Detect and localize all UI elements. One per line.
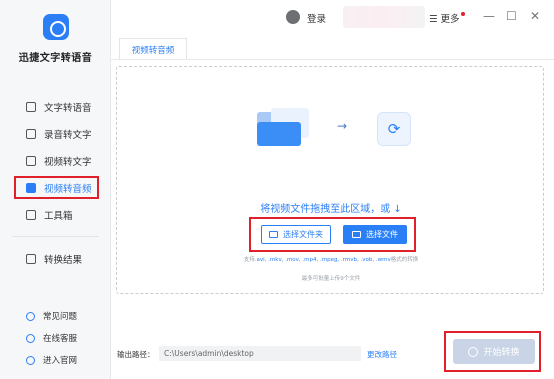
sidebar-item-results[interactable]: 转换结果 [0, 245, 111, 272]
sidebar-item-video-to-text[interactable]: 视频转文字 [0, 147, 111, 174]
sidebar-item-recording-to-text[interactable]: 录音转文字 [0, 120, 111, 147]
sidebar-bottom-links: 常见问题 在线客服 进入官网 [0, 305, 111, 371]
redacted-area [343, 6, 425, 28]
recording-to-text-icon [26, 128, 36, 139]
tab-video-to-audio[interactable]: 视频转音频 [119, 38, 187, 60]
official-site-link[interactable]: 进入官网 [0, 349, 111, 371]
file-drop-zone[interactable]: → ⟳ 将视频文件拖拽至此区域，或 ↓ 选择文件夹 选择文件 支持.avi, .… [116, 66, 544, 294]
headset-icon [26, 333, 35, 343]
results-icon [26, 253, 36, 264]
folder-icon [269, 231, 278, 238]
sidebar-nav: 文字转语音 录音转文字 视频转文字 视频转音频 工具箱 转换结果 [0, 93, 111, 272]
sidebar-item-video-to-audio[interactable]: 视频转音频 [0, 174, 111, 201]
support-suffix: 格式的转换 [390, 257, 419, 263]
sidebar-item-toolbox[interactable]: 工具箱 [0, 201, 111, 228]
login-button[interactable]: 登录 [307, 11, 326, 25]
output-path-label: 输出路径： [117, 350, 155, 359]
sidebar-item-label: 文字转语音 [44, 102, 92, 114]
drag-instruction: 将视频文件拖拽至此区域，或 ↓ [260, 204, 402, 215]
tab-divider [111, 59, 554, 60]
output-path-field[interactable] [159, 346, 361, 361]
close-button[interactable]: ✕ [530, 9, 540, 23]
start-convert-button[interactable]: 开始转换 [453, 339, 535, 364]
start-convert-label: 开始转换 [483, 347, 520, 357]
video-to-text-icon [26, 155, 36, 166]
select-file-label: 选择文件 [366, 230, 398, 239]
sidebar: 迅捷文字转语音 文字转语音 录音转文字 视频转文字 视频转音频 工具箱 转换结果 [0, 0, 111, 379]
maximize-button[interactable]: ☐ [506, 9, 517, 23]
app-branding: 迅捷文字转语音 [0, 14, 111, 64]
online-support-label: 在线客服 [43, 334, 78, 344]
sidebar-item-label: 视频转文字 [44, 156, 92, 168]
monitor-icon [26, 355, 35, 365]
sidebar-item-text-to-speech[interactable]: 文字转语音 [0, 93, 111, 120]
sidebar-divider [12, 236, 99, 237]
highlight-frame [14, 176, 99, 199]
app-name: 迅捷文字转语音 [18, 53, 93, 64]
app-logo-icon [42, 14, 69, 40]
question-icon [26, 311, 35, 321]
sidebar-item-label: 录音转文字 [44, 129, 92, 141]
supported-formats-text: 支持.avi, .mkv, .mov, .mp4, .mpeg, .rmvb, … [117, 255, 545, 263]
convert-icon: ⟳ [377, 112, 411, 146]
arrow-right-icon: → [337, 119, 348, 133]
folder-illustration-icon [257, 108, 309, 146]
sidebar-item-label: 工具箱 [44, 210, 73, 222]
max-files-text: 最多可批量上传9个文件 [301, 276, 361, 282]
official-site-label: 进入官网 [43, 356, 78, 366]
toolbox-icon [26, 209, 36, 220]
more-label: 更多 [440, 14, 460, 25]
user-avatar-icon[interactable] [286, 10, 300, 24]
supported-formats: .avi, .mkv, .mov, .mp4, .mpeg, .rmvb, .v… [254, 257, 391, 263]
select-file-button[interactable]: 选择文件 [343, 225, 407, 244]
more-menu-button[interactable]: ☰ 更多 [429, 11, 460, 25]
support-prefix: 支持 [243, 257, 255, 263]
select-folder-button[interactable]: 选择文件夹 [261, 225, 331, 244]
change-path-link[interactable]: 更改路径 [367, 349, 397, 360]
text-to-speech-icon [26, 101, 36, 112]
sidebar-item-label: 转换结果 [44, 254, 83, 266]
faq-label: 常见问题 [43, 312, 78, 322]
notification-dot [461, 12, 465, 16]
select-folder-label: 选择文件夹 [283, 230, 323, 239]
file-icon [352, 231, 361, 238]
title-bar: 登录 ☰ 更多 — ☐ ✕ [111, 0, 554, 36]
online-support-link[interactable]: 在线客服 [0, 327, 111, 349]
play-icon [468, 346, 479, 357]
minimize-button[interactable]: — [483, 9, 495, 23]
faq-link[interactable]: 常见问题 [0, 305, 111, 327]
